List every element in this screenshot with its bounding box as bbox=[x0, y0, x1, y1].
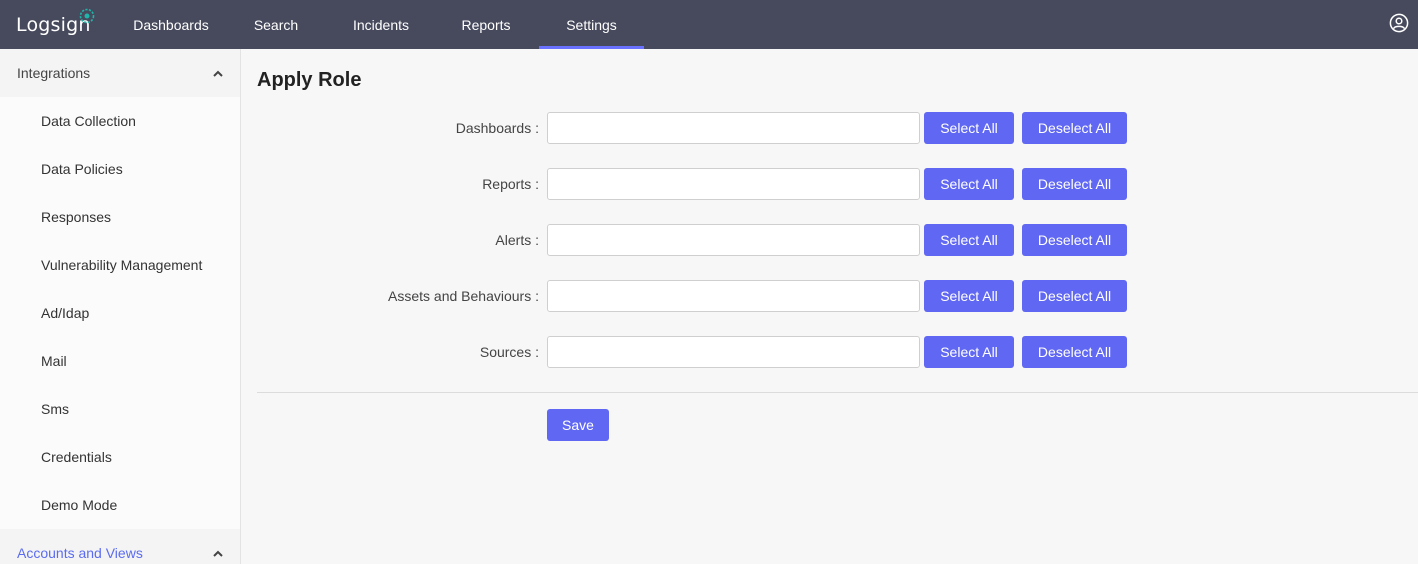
select-all-button[interactable]: Select All bbox=[924, 112, 1014, 144]
assets-and-behaviours-input[interactable] bbox=[547, 280, 920, 312]
sidebar-item-label: Credentials bbox=[41, 449, 112, 465]
deselect-all-button[interactable]: Deselect All bbox=[1022, 112, 1127, 144]
nav-search[interactable]: Search bbox=[235, 0, 317, 49]
deselect-all-button[interactable]: Deselect All bbox=[1022, 168, 1127, 200]
sidebar-item-label: Mail bbox=[41, 353, 67, 369]
role-row-assets-and-behaviours: Assets and Behaviours : Select All Desel… bbox=[241, 280, 1418, 312]
page-title: Apply Role bbox=[257, 69, 362, 91]
integrations-list: Data Collection Data Policies Responses … bbox=[0, 97, 240, 529]
sidebar-item-demo-mode[interactable]: Demo Mode bbox=[0, 481, 240, 529]
top-navigation-bar: Logsign Dashboards Search Incidents Repo… bbox=[0, 0, 1418, 49]
logsign-logo[interactable]: Logsign bbox=[16, 8, 98, 38]
row-label: Dashboards : bbox=[455, 120, 539, 136]
deselect-all-button[interactable]: Deselect All bbox=[1022, 336, 1127, 368]
row-label: Alerts : bbox=[495, 232, 539, 248]
select-all-button[interactable]: Select All bbox=[924, 336, 1014, 368]
sidebar-item-data-collection[interactable]: Data Collection bbox=[0, 97, 240, 145]
sidebar-item-label: Data Collection bbox=[41, 113, 136, 129]
sidebar-item-label: Data Policies bbox=[41, 161, 123, 177]
alerts-input[interactable] bbox=[547, 224, 920, 256]
sidebar-item-label: Sms bbox=[41, 401, 69, 417]
nav-incidents-label: Incidents bbox=[352, 16, 410, 33]
apply-role-panel: Apply Role Dashboards : Select All Desel… bbox=[241, 49, 1418, 564]
sidebar-section-integrations[interactable]: Integrations bbox=[0, 49, 240, 97]
sidebar-item-sms[interactable]: Sms bbox=[0, 385, 240, 433]
deselect-all-button[interactable]: Deselect All bbox=[1022, 280, 1127, 312]
nav-settings[interactable]: Settings bbox=[539, 0, 644, 49]
dashboards-input[interactable] bbox=[547, 112, 920, 144]
sidebar-item-label: Ad/Idap bbox=[41, 305, 90, 321]
sidebar-item-mail[interactable]: Mail bbox=[0, 337, 240, 385]
user-account-icon[interactable] bbox=[1389, 13, 1409, 33]
settings-sidebar: Integrations Data Collection Data Polici… bbox=[0, 49, 241, 564]
sidebar-item-label: Responses bbox=[41, 209, 112, 225]
nav-search-label: Search bbox=[253, 16, 299, 33]
chevron-up-icon bbox=[213, 70, 223, 77]
deselect-all-button[interactable]: Deselect All bbox=[1022, 224, 1127, 256]
role-row-dashboards: Dashboards : Select All Deselect All bbox=[241, 112, 1418, 144]
row-label: Sources : bbox=[479, 344, 539, 360]
sidebar-item-credentials[interactable]: Credentials bbox=[0, 433, 240, 481]
nav-dashboards-label: Dashboards bbox=[133, 16, 209, 33]
nav-dashboards[interactable]: Dashboards bbox=[107, 0, 235, 49]
sidebar-item-label: Demo Mode bbox=[41, 497, 118, 513]
reports-input[interactable] bbox=[547, 168, 920, 200]
row-label: Assets and Behaviours : bbox=[388, 288, 539, 304]
sidebar-item-label: Vulnerability Management bbox=[41, 257, 203, 273]
sidebar-section-label: Accounts and Views bbox=[17, 545, 143, 561]
select-all-button[interactable]: Select All bbox=[924, 280, 1014, 312]
role-row-alerts: Alerts : Select All Deselect All bbox=[241, 224, 1418, 256]
nav-incidents[interactable]: Incidents bbox=[317, 0, 445, 49]
nav-reports[interactable]: Reports bbox=[445, 0, 527, 49]
select-all-button[interactable]: Select All bbox=[924, 168, 1014, 200]
logo-mark-icon bbox=[79, 8, 95, 24]
chevron-up-icon bbox=[213, 550, 223, 557]
sidebar-item-vulnerability-management[interactable]: Vulnerability Management bbox=[0, 241, 240, 289]
save-button[interactable]: Save bbox=[547, 409, 609, 441]
sources-input[interactable] bbox=[547, 336, 920, 368]
nav-settings-label: Settings bbox=[566, 16, 617, 33]
sidebar-item-responses[interactable]: Responses bbox=[0, 193, 240, 241]
nav-reports-label: Reports bbox=[461, 16, 511, 33]
role-row-reports: Reports : Select All Deselect All bbox=[241, 168, 1418, 200]
select-all-button[interactable]: Select All bbox=[924, 224, 1014, 256]
form-divider bbox=[257, 392, 1418, 393]
main-nav: Dashboards Search Incidents Reports Sett… bbox=[107, 0, 644, 49]
sidebar-item-ad-ldap[interactable]: Ad/Idap bbox=[0, 289, 240, 337]
sidebar-section-accounts-and-views[interactable]: Accounts and Views bbox=[0, 529, 240, 564]
sidebar-section-label: Integrations bbox=[17, 65, 91, 81]
sidebar-item-data-policies[interactable]: Data Policies bbox=[0, 145, 240, 193]
role-row-sources: Sources : Select All Deselect All bbox=[241, 336, 1418, 368]
row-label: Reports : bbox=[482, 176, 539, 192]
